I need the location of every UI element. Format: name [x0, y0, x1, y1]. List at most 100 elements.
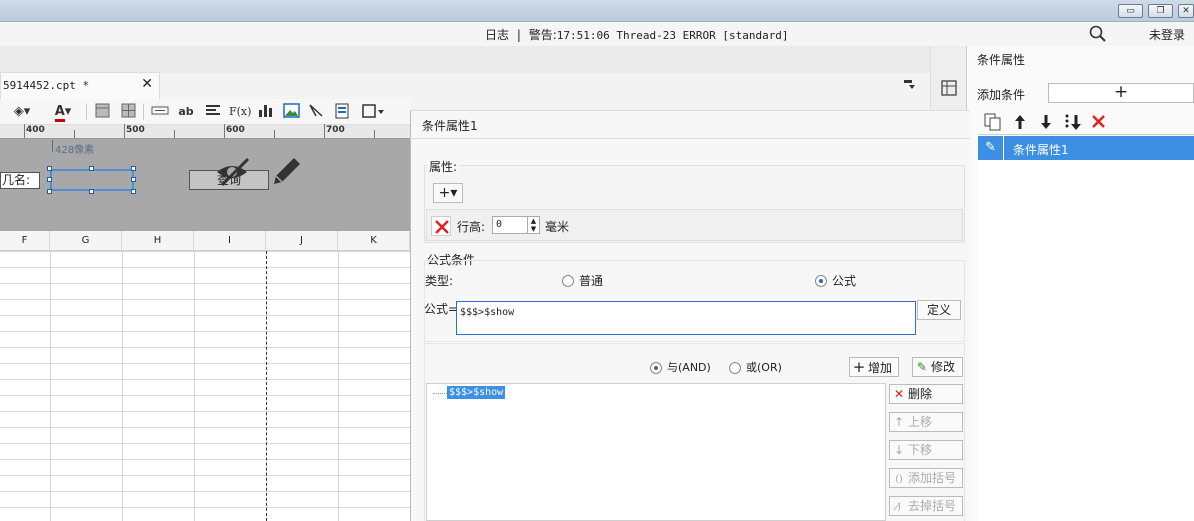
resize-handle[interactable] — [131, 189, 136, 194]
text-field-icon[interactable] — [150, 103, 170, 121]
move-down-button[interactable]: ↓ 下移 — [889, 440, 963, 460]
insert-shape-icon[interactable] — [360, 103, 386, 121]
copy-icon[interactable] — [984, 113, 1002, 131]
grid-column-line — [50, 251, 51, 521]
resize-handle[interactable] — [89, 166, 94, 171]
name-label[interactable]: 几名: — [0, 172, 40, 189]
cell-properties-icon[interactable] — [941, 80, 957, 96]
dialog-title: 条件属性1 — [422, 119, 478, 133]
merge-cells-icon[interactable] — [120, 103, 136, 121]
condition-list-item[interactable]: ✎ 条件属性1 — [978, 136, 1194, 160]
close-window-button[interactable]: ✕ — [1178, 4, 1194, 18]
or-radio[interactable] — [729, 362, 741, 374]
condition-item-label: 条件属性1 — [1013, 143, 1069, 157]
status-bar: 日志 | 警告:17:51:06 Thread-23 ERROR [standa… — [0, 22, 1194, 46]
editor-tab-strip — [0, 46, 964, 89]
ruler-tick — [224, 124, 225, 138]
text-label-icon[interactable]: ab — [176, 103, 196, 121]
log-label[interactable]: 日志 — [485, 28, 509, 42]
image-icon[interactable] — [281, 103, 301, 121]
formula-input[interactable]: $$$>$show — [456, 301, 916, 335]
search-icon[interactable] — [1089, 25, 1107, 43]
type-normal-radio[interactable] — [562, 275, 574, 287]
column-header[interactable]: K — [338, 231, 410, 251]
hidden-eye-icon[interactable] — [214, 156, 250, 188]
ruler-label: 700 — [326, 125, 345, 135]
row-height-unit: 毫米 — [545, 220, 570, 234]
row-height-input[interactable]: 0 — [492, 216, 528, 234]
format-toolbar: ◈▾ A▾ ab F(x) — [0, 99, 410, 125]
font-color-icon[interactable]: A▾ — [48, 103, 78, 122]
add-bracket-button[interactable]: () 添加括号 — [889, 468, 963, 488]
file-tab-label: 5914452.cpt * — [3, 79, 90, 92]
fill-color-icon[interactable]: ◈▾ — [8, 103, 36, 121]
move-down-icon[interactable] — [1038, 113, 1054, 131]
restore-button[interactable]: ❐ — [1148, 4, 1173, 18]
column-header[interactable]: F — [0, 231, 50, 251]
resize-handle[interactable] — [47, 166, 52, 171]
row-height-spinner[interactable]: ▲ ▼ — [528, 216, 540, 234]
add-condition-item-button[interactable]: + 增加 — [849, 357, 899, 377]
and-radio[interactable] — [650, 362, 662, 374]
formula-label: 公式= — [424, 302, 459, 316]
status-message[interactable]: 日志 | 警告:17:51:06 Thread-23 ERROR [standa… — [485, 26, 789, 43]
type-formula-label[interactable]: 公式 — [832, 272, 856, 289]
move-up-button[interactable]: ↑ 上移 — [889, 412, 963, 432]
width-hint-label: 428像素 — [55, 145, 95, 156]
toolbar-collapse-icon[interactable] — [903, 79, 917, 91]
remove-property-icon[interactable] — [431, 216, 451, 236]
column-header[interactable]: I — [194, 231, 266, 251]
ruler-label: 500 — [126, 125, 145, 135]
ruler-tick — [24, 124, 25, 138]
move-down-label: 下移 — [908, 443, 933, 457]
add-condition-button[interactable]: + — [1048, 83, 1194, 103]
warning-label: 警告: — [528, 28, 557, 42]
type-normal-label[interactable]: 普通 — [579, 272, 603, 289]
ruler-tick — [124, 124, 125, 138]
file-tab[interactable]: 5914452.cpt * ✕ — [0, 72, 160, 99]
grid-column-line — [122, 251, 123, 521]
move-up-icon[interactable] — [1012, 113, 1028, 131]
condition-expression-list[interactable]: $$$>$show — [426, 383, 886, 521]
remove-bracket-icon: )̸ — [897, 502, 901, 513]
remove-bracket-button[interactable]: )̸ 去掉括号 — [889, 496, 963, 516]
column-header[interactable]: H — [122, 231, 194, 251]
login-status[interactable]: 未登录 — [1149, 26, 1185, 43]
resize-handle[interactable] — [47, 177, 52, 182]
delete-icon: ✕ — [893, 387, 905, 401]
define-button[interactable]: 定义 — [917, 300, 961, 320]
align-text-icon[interactable] — [203, 103, 223, 121]
toolbar-separator — [143, 104, 144, 120]
slash-line-icon[interactable] — [307, 103, 325, 121]
edit-pencil-icon[interactable] — [268, 156, 302, 188]
edit-pencil-icon[interactable]: ✎ — [978, 136, 1004, 160]
modify-icon: ✎ — [916, 360, 928, 374]
border-style-icon[interactable] — [94, 103, 110, 121]
ruler-tick — [374, 130, 375, 138]
add-property-button[interactable]: +▾ — [433, 183, 463, 203]
delete-condition-button[interactable]: ✕ 删除 — [889, 384, 963, 404]
dialog-divider — [410, 138, 970, 139]
spreadsheet-grid[interactable] — [0, 251, 410, 521]
resize-handle[interactable] — [47, 189, 52, 194]
resize-handle[interactable] — [131, 166, 136, 171]
add-condition-label: 添加条件 — [977, 88, 1026, 102]
move-bottom-icon[interactable] — [1063, 113, 1083, 131]
resize-handle[interactable] — [131, 177, 136, 182]
modify-button[interactable]: ✎ 修改 — [912, 357, 963, 377]
file-tab-close-icon[interactable]: ✕ — [141, 76, 153, 92]
condition-expression-item[interactable]: $$$>$show — [447, 386, 506, 399]
and-label[interactable]: 与(AND) — [667, 359, 711, 375]
delete-icon[interactable] — [1091, 114, 1106, 129]
chart-icon[interactable] — [256, 103, 274, 121]
column-header[interactable]: G — [50, 231, 122, 251]
add-bracket-label: 添加括号 — [908, 471, 957, 485]
sub-report-icon[interactable] — [333, 103, 351, 121]
minimize-button[interactable]: ▭ — [1118, 4, 1143, 18]
formula-fx-icon[interactable]: F(x) — [229, 103, 251, 121]
resize-handle[interactable] — [89, 189, 94, 194]
selected-text-widget[interactable] — [50, 169, 134, 191]
column-header[interactable]: J — [266, 231, 338, 251]
type-formula-radio[interactable] — [815, 275, 827, 287]
or-label[interactable]: 或(OR) — [746, 359, 782, 375]
